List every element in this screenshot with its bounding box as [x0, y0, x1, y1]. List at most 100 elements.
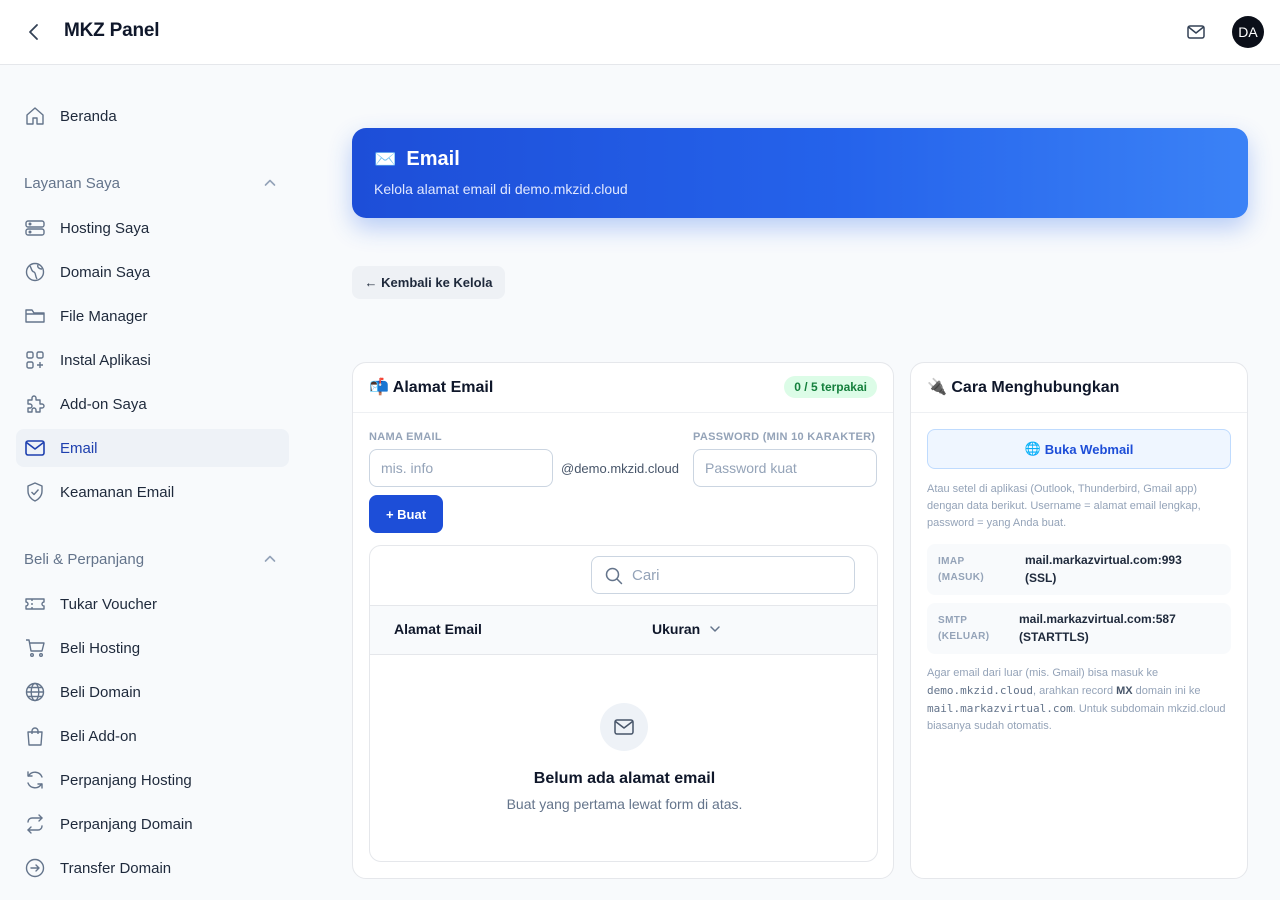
email-addresses-card: 📬 Alamat Email 0 / 5 terpakai NAMA EMAIL…: [352, 362, 894, 879]
imap-label-line1: IMAP: [938, 556, 965, 567]
shield-check-icon: [24, 481, 46, 503]
back-arrow-icon[interactable]: [22, 20, 46, 44]
card-title-text: Cara Menghubungkan: [951, 379, 1120, 396]
sidebar-item-label: Hosting Saya: [60, 219, 150, 237]
sidebar-item-label: Beli Hosting: [60, 639, 141, 657]
sidebar-item-hosting-saya[interactable]: Hosting Saya: [16, 209, 289, 247]
arrow-right-circle-icon: [24, 857, 46, 879]
mx-note-domain: demo.mkzid.cloud: [927, 684, 1033, 697]
smtp-label-line1: SMTP: [938, 615, 968, 626]
mail-icon: [24, 437, 46, 459]
imap-value: mail.markazvirtual.com:993 (SSL): [1025, 551, 1182, 587]
imap-host: mail.markazvirtual.com:993: [1025, 553, 1182, 567]
smtp-label-line2: (KELUAR): [938, 631, 990, 642]
card-header: 📬 Alamat Email 0 / 5 terpakai: [353, 363, 893, 413]
table-header: Alamat Email Ukuran: [370, 605, 877, 655]
mail-icon[interactable]: [1184, 20, 1208, 44]
page-hero-banner: ✉️ Email Kelola alamat email di demo.mkz…: [352, 128, 1248, 218]
sidebar-item-perpanjang-domain[interactable]: Perpanjang Domain: [16, 805, 289, 843]
usage-badge: 0 / 5 terpakai: [784, 376, 877, 398]
sidebar-item-label: Beli Domain: [60, 683, 141, 701]
search-input[interactable]: [632, 557, 847, 593]
home-icon: [24, 105, 46, 127]
globe-icon: [24, 681, 46, 703]
email-table: Alamat Email Ukuran Belum ada alamat ema…: [369, 545, 878, 862]
sidebar-item-label: Keamanan Email: [60, 483, 175, 501]
chevron-up-icon: [262, 551, 278, 567]
mx-note-text: domain ini ke: [1132, 685, 1201, 697]
sidebar-item-label: Domain Saya: [60, 263, 151, 281]
apps-add-icon: [24, 349, 46, 371]
email-name-label: NAMA EMAIL: [369, 431, 442, 443]
envelope-icon: ✉️: [374, 149, 397, 169]
sidebar-item-file-manager[interactable]: File Manager: [16, 297, 289, 335]
imap-server-row: IMAP (MASUK) mail.markazvirtual.com:993 …: [927, 544, 1231, 595]
sidebar-item-instal-aplikasi[interactable]: Instal Aplikasi: [16, 341, 289, 379]
open-webmail-label: Buka Webmail: [1044, 441, 1134, 457]
imap-label: IMAP (MASUK): [938, 554, 984, 586]
chevron-up-icon: [262, 175, 278, 191]
empty-state-subtitle: Buat yang pertama lewat form di atas.: [506, 796, 743, 812]
imap-security: (SSL): [1025, 571, 1057, 585]
back-to-manage-button[interactable]: ← Kembali ke Kelola: [352, 266, 505, 299]
sidebar-item-label: Email: [60, 439, 98, 457]
server-icon: [24, 217, 46, 239]
sidebar-item-perpanjang-hosting[interactable]: Perpanjang Hosting: [16, 761, 289, 799]
smtp-value: mail.markazvirtual.com:587 (STARTTLS): [1019, 610, 1176, 646]
smtp-host: mail.markazvirtual.com:587: [1019, 612, 1176, 626]
smtp-security: (STARTTLS): [1019, 630, 1089, 644]
sidebar-item-email[interactable]: Email: [16, 429, 289, 467]
chevron-down-icon: [708, 622, 722, 636]
empty-mail-icon: [600, 703, 648, 751]
section-title: Beli & Perpanjang: [24, 550, 145, 568]
mx-note-target: mail.markazvirtual.com: [927, 702, 1073, 715]
sidebar-item-keamanan-email[interactable]: Keamanan Email: [16, 473, 289, 511]
sidebar-item-beranda[interactable]: Beranda: [16, 97, 289, 135]
sidebar-item-label: Perpanjang Hosting: [60, 771, 192, 789]
card-title: 📬 Alamat Email: [369, 377, 493, 397]
sidebar-item-label: Transfer Domain: [60, 859, 172, 877]
empty-state-title: Belum ada alamat email: [533, 770, 716, 787]
refresh-icon: [24, 769, 46, 791]
cart-icon: [24, 637, 46, 659]
sidebar-item-beli-hosting[interactable]: Beli Hosting: [16, 629, 289, 667]
column-header-size-label: Ukuran: [652, 621, 701, 637]
connection-guide-card: 🔌 Cara Menghubungkan 🌐 Buka Webmail Atau…: [910, 362, 1248, 879]
sidebar-item-tukar-voucher[interactable]: Tukar Voucher: [16, 585, 289, 623]
sidebar-item-beli-domain[interactable]: Beli Domain: [16, 673, 289, 711]
sidebar-item-add-on-saya[interactable]: Add-on Saya: [16, 385, 289, 423]
column-header-size[interactable]: Ukuran: [652, 621, 722, 637]
section-beli-perpanjang[interactable]: Beli & Perpanjang: [24, 547, 284, 571]
sidebar-item-transfer-domain[interactable]: Transfer Domain: [16, 849, 289, 887]
user-avatar[interactable]: DA: [1232, 16, 1264, 48]
plug-icon: 🔌: [927, 379, 947, 396]
top-bar: MKZ Panel DA: [0, 0, 1280, 65]
section-layanan-saya[interactable]: Layanan Saya: [24, 171, 284, 195]
mx-record-note: Agar email dari luar (mis. Gmail) bisa m…: [927, 665, 1233, 735]
sidebar-item-beli-add-on[interactable]: Beli Add-on: [16, 717, 289, 755]
folder-icon: [24, 305, 46, 327]
mailbox-icon: 📬: [369, 379, 389, 396]
sidebar-item-label: Add-on Saya: [60, 395, 147, 413]
card-header: 🔌 Cara Menghubungkan: [911, 363, 1247, 413]
smtp-server-row: SMTP (KELUAR) mail.markazvirtual.com:587…: [927, 603, 1231, 654]
sidebar-item-domain-saya[interactable]: Domain Saya: [16, 253, 289, 291]
email-name-input[interactable]: [369, 449, 553, 487]
client-setup-instructions: Atau setel di aplikasi (Outlook, Thunder…: [927, 483, 1201, 529]
open-webmail-button[interactable]: 🌐 Buka Webmail: [927, 429, 1231, 469]
sidebar-item-label: Instal Aplikasi: [60, 351, 151, 369]
search-box[interactable]: [591, 556, 855, 594]
imap-label-line2: (MASUK): [938, 572, 985, 583]
column-header-email[interactable]: Alamat Email: [394, 621, 482, 637]
email-domain-suffix: @demo.mkzid.cloud: [561, 461, 679, 476]
smtp-label: SMTP (KELUAR): [938, 613, 990, 645]
card-title-text: Alamat Email: [392, 379, 494, 396]
password-input[interactable]: [693, 449, 877, 487]
create-email-button[interactable]: + Buat: [369, 495, 443, 533]
sidebar-item-label: Beranda: [60, 107, 117, 125]
sidebar-item-label: Beli Add-on: [60, 727, 137, 745]
sidebar-item-label: Perpanjang Domain: [60, 815, 193, 833]
globe-compass-icon: [24, 261, 46, 283]
app-title: MKZ Panel: [64, 20, 160, 41]
globe-icon: 🌐: [1024, 441, 1041, 456]
